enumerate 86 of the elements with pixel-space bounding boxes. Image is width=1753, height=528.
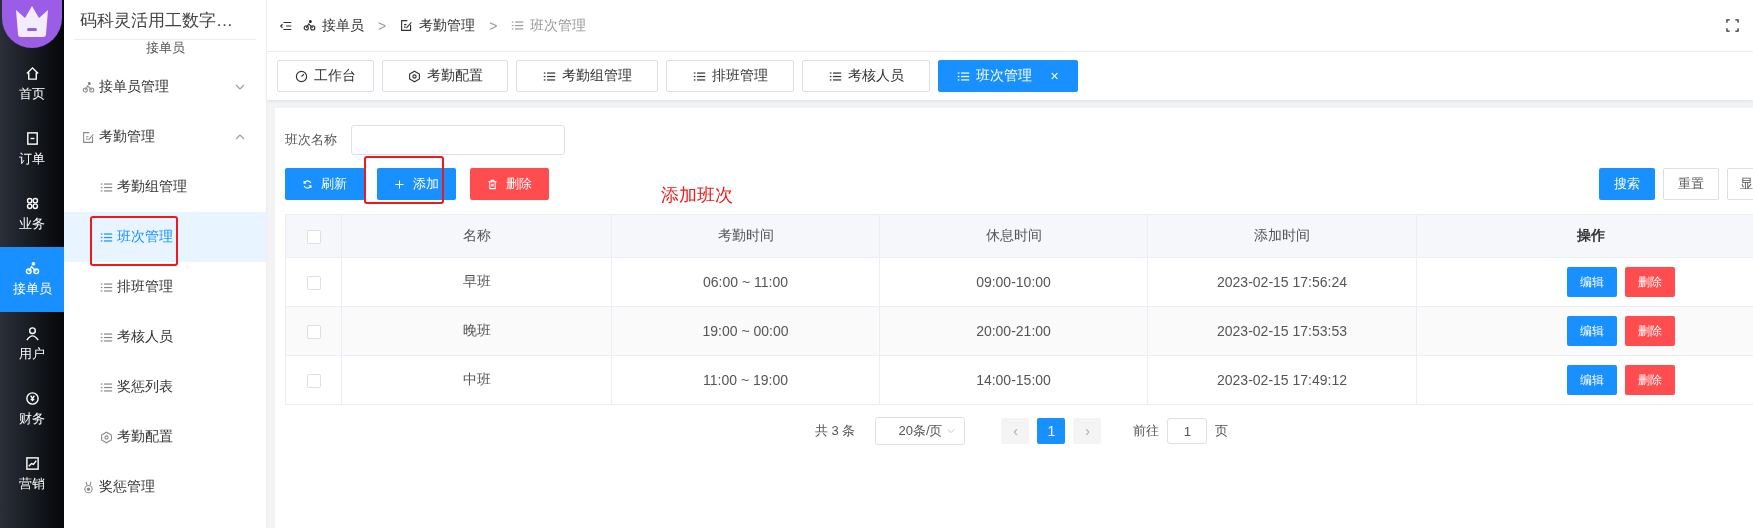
logo-icon bbox=[2, 0, 62, 48]
column-header: 名称 bbox=[462, 227, 491, 243]
tab[interactable]: 考勤配置 bbox=[382, 60, 508, 92]
submenu-item[interactable]: 奖惩列表 bbox=[64, 362, 266, 412]
column-header: 添加时间 bbox=[1254, 227, 1310, 243]
home-icon bbox=[24, 66, 40, 81]
nav-item[interactable]: 订单 bbox=[0, 117, 64, 182]
page-suffix: 页 bbox=[1215, 422, 1229, 440]
checkbox[interactable] bbox=[306, 276, 321, 291]
nav-item[interactable]: 用户 bbox=[0, 312, 64, 377]
breadcrumb-item[interactable]: 考勤管理 bbox=[400, 16, 476, 35]
list-icon bbox=[828, 69, 842, 83]
nav-item[interactable]: 业务 bbox=[0, 182, 64, 247]
user-icon bbox=[24, 326, 40, 341]
list-icon bbox=[100, 180, 113, 194]
menu-item[interactable]: 接单员管理 bbox=[64, 62, 266, 112]
submenu-item[interactable]: 考勤配置 bbox=[64, 412, 266, 462]
gauge-icon bbox=[295, 69, 308, 83]
note-icon bbox=[82, 130, 95, 144]
column-header: 休息时间 bbox=[985, 227, 1042, 243]
table-cell: 11:00 ~ 19:00 bbox=[703, 372, 788, 388]
checkbox[interactable] bbox=[306, 325, 321, 340]
plus-icon bbox=[394, 178, 405, 190]
table-cell: 中班 bbox=[462, 371, 491, 387]
list-icon bbox=[957, 69, 971, 83]
table-cell: 19:00 ~ 00:00 bbox=[702, 323, 789, 339]
chevron-icon bbox=[946, 426, 957, 436]
list-icon bbox=[100, 380, 113, 394]
bike-icon bbox=[24, 261, 40, 276]
submenu-item[interactable]: 考核人员 bbox=[64, 312, 266, 362]
menu-item[interactable]: 考勤管理 bbox=[64, 112, 266, 162]
tab[interactable]: 考勤组管理 bbox=[516, 60, 658, 92]
nav-item[interactable]: 财务 bbox=[0, 377, 64, 442]
table-cell: 14:00-15:00 bbox=[976, 372, 1051, 388]
input-field[interactable] bbox=[351, 125, 565, 155]
breadcrumb-separator: > bbox=[378, 17, 387, 34]
refresh-icon bbox=[302, 178, 313, 190]
medal-icon bbox=[82, 480, 95, 494]
table-cell: 09:00-10:00 bbox=[976, 274, 1051, 290]
page-input[interactable]: 1 bbox=[1167, 418, 1208, 444]
table-cell: 2023-02-15 17:53:53 bbox=[1217, 323, 1347, 339]
checkbox[interactable] bbox=[306, 374, 321, 389]
list-icon bbox=[100, 230, 113, 244]
tab[interactable]: 工作台 bbox=[277, 60, 374, 92]
table-cell: 06:00 ~ 11:00 bbox=[703, 274, 788, 290]
app-title: 码科灵活用工数字… bbox=[79, 10, 234, 32]
tab[interactable]: 考核人员 bbox=[802, 60, 930, 92]
goto-label: 前往 bbox=[1133, 422, 1160, 440]
bike-icon bbox=[82, 80, 95, 94]
nav-item[interactable]: 首页 bbox=[0, 52, 64, 117]
field-label: 班次名称 bbox=[285, 131, 337, 149]
nav-item[interactable]: 营销 bbox=[0, 442, 64, 507]
list-icon bbox=[692, 69, 706, 83]
hexagon-icon bbox=[100, 430, 113, 444]
order-icon bbox=[24, 131, 40, 146]
table-cell: 2023-02-15 17:56:24 bbox=[1217, 274, 1347, 290]
breadcrumb-item[interactable]: 接单员 bbox=[303, 16, 364, 35]
trash-icon bbox=[487, 178, 498, 190]
table-cell: 2023-02-15 17:49:12 bbox=[1217, 372, 1347, 388]
column-header: 操作 bbox=[1576, 227, 1605, 243]
page-size-select[interactable]: 20条/页 bbox=[875, 417, 966, 445]
total-count: 共 3 条 bbox=[815, 422, 856, 440]
apps-icon bbox=[24, 196, 40, 211]
bike-icon bbox=[303, 19, 316, 32]
annotation-text: 添加班次 bbox=[661, 184, 733, 207]
toolbar-button[interactable]: 重置 bbox=[1663, 168, 1719, 200]
list-icon bbox=[542, 69, 556, 83]
submenu-item[interactable]: 排班管理 bbox=[64, 262, 266, 312]
table-cell: 晚班 bbox=[462, 322, 491, 338]
submenu-item[interactable]: 考勤组管理 bbox=[64, 162, 266, 212]
table-cell: 20:00-21:00 bbox=[976, 323, 1051, 339]
tab[interactable]: 排班管理 bbox=[666, 60, 794, 92]
breadcrumb-separator: > bbox=[489, 17, 498, 34]
list-icon bbox=[100, 280, 113, 294]
money-icon bbox=[24, 391, 40, 406]
chart-icon bbox=[24, 456, 40, 471]
list-icon bbox=[511, 19, 525, 32]
toolbar-button[interactable]: 显 bbox=[1727, 168, 1753, 200]
column-header: 考勤时间 bbox=[717, 227, 774, 243]
note-icon bbox=[400, 19, 414, 32]
menu-item[interactable]: 奖惩管理 bbox=[64, 462, 266, 512]
list-icon bbox=[100, 330, 113, 344]
table-cell: 早班 bbox=[462, 273, 491, 289]
checkbox[interactable] bbox=[306, 230, 321, 245]
fullscreen-icon[interactable] bbox=[1726, 19, 1739, 32]
hexagon-icon bbox=[407, 69, 421, 83]
